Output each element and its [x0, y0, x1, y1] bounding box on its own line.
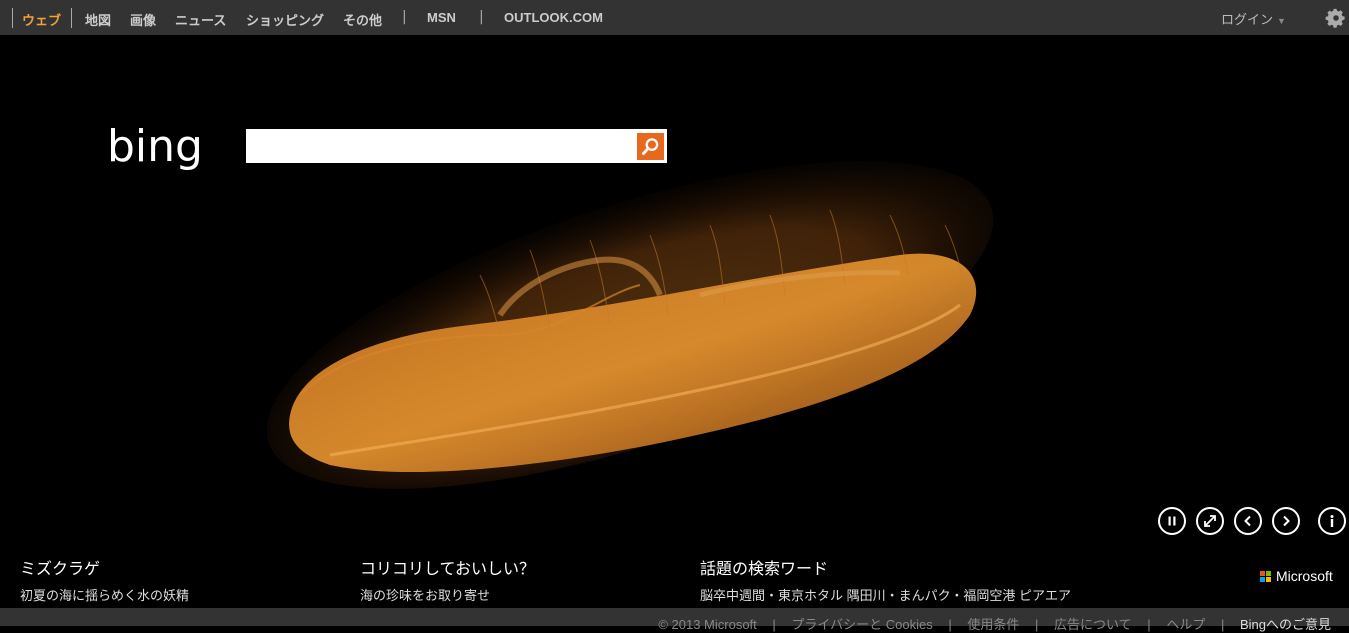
caption-title[interactable]: 話題の検索ワード [700, 555, 1071, 579]
nav-more[interactable]: その他 [343, 10, 382, 29]
footer-bar: © 2013 Microsoft | プライバシーと Cookies | 使用条… [0, 608, 1349, 632]
caption-trending[interactable]: 話題の検索ワード 脳卒中週間・東京ホタル 隅田川・まんパク・福岡空港 ピアエア [700, 555, 1071, 604]
footer-separator: | [948, 617, 952, 632]
top-nav-bar: ウェブ 地図 画像 ニュース ショッピング その他 | MSN | OUTLOO… [0, 0, 1349, 35]
caption-subtitle[interactable]: 海の珍味をお取り寄せ [360, 585, 535, 604]
nav-separator: | [479, 9, 484, 25]
footer-separator: | [1035, 617, 1039, 632]
nav-msn[interactable]: MSN [427, 10, 456, 25]
nav-divider [71, 8, 72, 28]
footer-link-terms[interactable]: 使用条件 [967, 617, 1019, 632]
footer-link-privacy[interactable]: プライバシーと Cookies [791, 617, 932, 632]
gear-icon[interactable] [1325, 7, 1347, 29]
caption-promo[interactable]: コリコリしておいしい？ 海の珍味をお取り寄せ [360, 555, 535, 604]
footer-separator: | [1147, 617, 1151, 632]
next-button[interactable] [1272, 507, 1300, 535]
nav-images[interactable]: 画像 [130, 10, 156, 29]
microsoft-logo[interactable]: Microsoft [1260, 568, 1333, 584]
search-button[interactable] [634, 129, 667, 163]
login-label: ログイン [1221, 12, 1274, 27]
background-image-jellyfish [266, 161, 994, 489]
footer-copyright: © 2013 Microsoft [658, 617, 757, 632]
caption-subtitle[interactable]: 初夏の海に揺らめく水の妖精 [20, 585, 189, 604]
search-input[interactable] [246, 129, 636, 163]
pause-button[interactable] [1158, 507, 1186, 535]
footer-separator: | [772, 617, 776, 632]
caption-subtitle[interactable]: 脳卒中週間・東京ホタル 隅田川・まんパク・福岡空港 ピアエア [700, 585, 1071, 604]
search-icon [641, 137, 659, 155]
next-icon [1283, 515, 1290, 527]
footer-separator: | [1220, 617, 1225, 632]
caption-title[interactable]: ミズクラゲ [20, 555, 189, 579]
microsoft-flag-icon [1260, 570, 1271, 582]
microsoft-logo-text: Microsoft [1276, 568, 1333, 584]
nav-maps[interactable]: 地図 [85, 10, 111, 29]
nav-separator: | [402, 9, 407, 25]
previous-icon [1244, 515, 1251, 527]
footer-link-feedback[interactable]: Bingへのご意見 [1240, 617, 1331, 632]
footer-link-advertise[interactable]: 広告について [1054, 617, 1132, 632]
fullscreen-icon [1204, 515, 1216, 527]
bing-logo[interactable]: bing [107, 123, 237, 175]
nav-shopping[interactable]: ショッピング [246, 10, 324, 29]
login-menu[interactable]: ログイン ▼ [1221, 9, 1286, 28]
footer-link-help[interactable]: ヘルプ [1166, 617, 1205, 632]
nav-divider [12, 8, 13, 28]
previous-button[interactable] [1234, 507, 1262, 535]
nav-news[interactable]: ニュース [175, 10, 226, 29]
pause-icon [1168, 516, 1176, 526]
bing-logo-text: bing [107, 123, 203, 172]
caption-title[interactable]: コリコリしておいしい？ [360, 555, 535, 579]
info-icon [1330, 515, 1334, 527]
info-button[interactable] [1318, 507, 1346, 535]
caption-image[interactable]: ミズクラゲ 初夏の海に揺らめく水の妖精 [20, 555, 189, 604]
nav-outlook[interactable]: OUTLOOK.COM [504, 10, 603, 25]
chevron-down-icon: ▼ [1277, 16, 1286, 26]
fullscreen-button[interactable] [1196, 507, 1224, 535]
nav-web[interactable]: ウェブ [22, 10, 61, 29]
